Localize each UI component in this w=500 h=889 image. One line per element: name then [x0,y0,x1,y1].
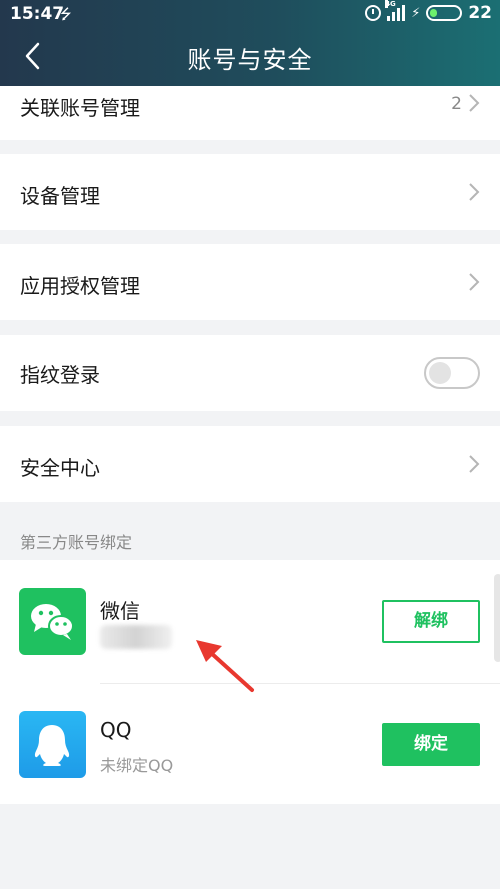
status-time: 15:47 [10,4,65,24]
chevron-right-icon [469,94,480,112]
qq-name: QQ [100,718,132,742]
annotation-arrow-icon [196,640,254,692]
wechat-account-blurred [100,625,172,649]
chevron-right-icon [469,183,480,201]
row-device-management[interactable]: 设备管理 [0,154,500,230]
row-label-device-management: 设备管理 [20,184,100,208]
row-label-linked-accounts: 关联账号管理 [20,96,140,120]
network-type: 4G [385,0,396,8]
row-label-app-authorization: 应用授权管理 [20,274,140,298]
third-party-bind-card-right [320,560,500,804]
chevron-right-icon [469,273,480,291]
divider [100,683,500,684]
toggle-knob [429,362,451,384]
wechat-icon [19,588,86,655]
section-title-third-party: 第三方账号绑定 [20,533,133,552]
qq-status: 未绑定QQ [100,756,174,775]
row-security-center[interactable]: 安全中心 [0,426,500,502]
battery-level: 22 [468,3,492,23]
scrollbar[interactable] [494,574,500,662]
charging-icon: ⚡ [411,5,421,21]
status-icons: 4G ⚡ 22 [365,0,492,23]
row-fingerprint-login: 指纹登录 [0,335,500,411]
row-app-authorization[interactable]: 应用授权管理 [0,244,500,320]
signal-icon: 4G [385,0,406,21]
chevron-right-icon [469,455,480,473]
wechat-unbind-button[interactable]: 解绑 [382,600,480,643]
app-header: 15:47 ⭍ 4G ⚡ 22 账号与安全 [0,0,500,86]
alarm-icon [365,5,382,21]
qq-bind-button[interactable]: 绑定 [382,723,480,766]
row-linked-accounts[interactable]: 关联账号管理 2 [0,86,500,140]
fingerprint-toggle[interactable] [424,357,480,389]
qq-icon [19,711,86,778]
status-bar: 15:47 ⭍ 4G ⚡ 22 [0,0,500,28]
wechat-name: 微信 [100,599,140,623]
page-title: 账号与安全 [187,46,313,74]
battery-icon [426,5,463,21]
row-label-security-center: 安全中心 [20,456,100,480]
linked-accounts-count: 2 [451,94,462,114]
row-label-fingerprint-login: 指纹登录 [20,363,100,387]
usb-icon: ⭍ [60,7,72,23]
